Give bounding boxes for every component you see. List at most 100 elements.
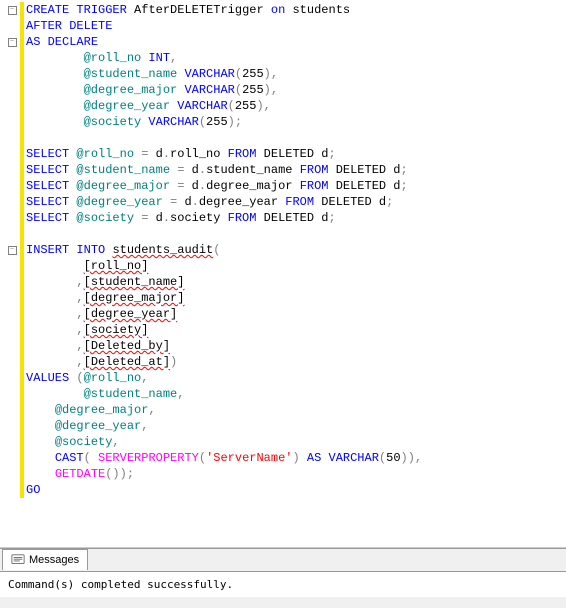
- change-bar: [20, 50, 24, 66]
- fold-toggle[interactable]: −: [8, 246, 17, 255]
- code-text[interactable]: @society,: [26, 434, 120, 450]
- messages-body: Command(s) completed successfully.: [0, 571, 566, 597]
- code-line[interactable]: @student_name VARCHAR(255),: [4, 66, 566, 82]
- change-bar: [20, 210, 24, 226]
- change-bar: [20, 226, 24, 242]
- gutter: −: [4, 6, 20, 15]
- code-text[interactable]: [roll_no]: [26, 258, 148, 274]
- code-text[interactable]: @roll_no INT,: [26, 50, 177, 66]
- code-text[interactable]: AS DECLARE: [26, 34, 98, 50]
- code-line[interactable]: @degree_major,: [4, 402, 566, 418]
- code-text[interactable]: SELECT @roll_no = d.roll_no FROM DELETED…: [26, 146, 336, 162]
- change-bar: [20, 386, 24, 402]
- change-bar: [20, 482, 24, 498]
- change-bar: [20, 82, 24, 98]
- code-line[interactable]: ,[Deleted_by]: [4, 338, 566, 354]
- code-text[interactable]: @degree_year,: [26, 418, 148, 434]
- change-bar: [20, 466, 24, 482]
- code-text[interactable]: @degree_major,: [26, 402, 156, 418]
- code-text[interactable]: CAST( SERVERPROPERTY('ServerName') AS VA…: [26, 450, 422, 466]
- change-bar: [20, 306, 24, 322]
- code-text[interactable]: SELECT @student_name = d.student_name FR…: [26, 162, 408, 178]
- code-line[interactable]: −AS DECLARE: [4, 34, 566, 50]
- gutter: −: [4, 38, 20, 47]
- code-text[interactable]: AFTER DELETE: [26, 18, 112, 34]
- code-text[interactable]: ,[degree_major]: [26, 290, 184, 306]
- change-bar: [20, 434, 24, 450]
- code-line[interactable]: −INSERT INTO students_audit(: [4, 242, 566, 258]
- code-text[interactable]: @degree_major VARCHAR(255),: [26, 82, 278, 98]
- code-line[interactable]: @degree_major VARCHAR(255),: [4, 82, 566, 98]
- code-editor[interactable]: −CREATE TRIGGER AfterDELETETrigger on st…: [0, 0, 566, 548]
- gutter: −: [4, 246, 20, 255]
- code-text[interactable]: GO: [26, 482, 40, 498]
- change-bar: [20, 370, 24, 386]
- code-text[interactable]: ,[degree_year]: [26, 306, 177, 322]
- code-line[interactable]: ,[degree_major]: [4, 290, 566, 306]
- code-line[interactable]: SELECT @roll_no = d.roll_no FROM DELETED…: [4, 146, 566, 162]
- code-text[interactable]: @student_name,: [26, 386, 184, 402]
- code-text[interactable]: @student_name VARCHAR(255),: [26, 66, 278, 82]
- code-line[interactable]: AFTER DELETE: [4, 18, 566, 34]
- change-bar: [20, 450, 24, 466]
- change-bar: [20, 146, 24, 162]
- code-line[interactable]: @student_name,: [4, 386, 566, 402]
- change-bar: [20, 418, 24, 434]
- change-bar: [20, 98, 24, 114]
- code-text[interactable]: GETDATE());: [26, 466, 134, 482]
- code-line[interactable]: CAST( SERVERPROPERTY('ServerName') AS VA…: [4, 450, 566, 466]
- code-text[interactable]: SELECT @degree_year = d.degree_year FROM…: [26, 194, 393, 210]
- code-text[interactable]: CREATE TRIGGER AfterDELETETrigger on stu…: [26, 2, 350, 18]
- code-text[interactable]: SELECT @society = d.society FROM DELETED…: [26, 210, 336, 226]
- change-bar: [20, 2, 24, 18]
- code-line[interactable]: @degree_year,: [4, 418, 566, 434]
- code-line[interactable]: −CREATE TRIGGER AfterDELETETrigger on st…: [4, 2, 566, 18]
- code-line[interactable]: SELECT @degree_year = d.degree_year FROM…: [4, 194, 566, 210]
- code-line[interactable]: SELECT @student_name = d.student_name FR…: [4, 162, 566, 178]
- code-line[interactable]: ,[Deleted_at]): [4, 354, 566, 370]
- change-bar: [20, 242, 24, 258]
- code-line[interactable]: @degree_year VARCHAR(255),: [4, 98, 566, 114]
- code-line[interactable]: [4, 226, 566, 242]
- change-bar: [20, 354, 24, 370]
- change-bar: [20, 34, 24, 50]
- code-text[interactable]: VALUES (@roll_no,: [26, 370, 148, 386]
- code-line[interactable]: @society,: [4, 434, 566, 450]
- code-text[interactable]: ,[student_name]: [26, 274, 184, 290]
- code-text[interactable]: ,[Deleted_at]): [26, 354, 177, 370]
- code-line[interactable]: SELECT @degree_major = d.degree_major FR…: [4, 178, 566, 194]
- messages-panel: Messages Command(s) completed successful…: [0, 548, 566, 608]
- change-bar: [20, 66, 24, 82]
- change-bar: [20, 178, 24, 194]
- code-line[interactable]: VALUES (@roll_no,: [4, 370, 566, 386]
- change-bar: [20, 162, 24, 178]
- change-bar: [20, 322, 24, 338]
- code-line[interactable]: [4, 130, 566, 146]
- code-text[interactable]: @degree_year VARCHAR(255),: [26, 98, 271, 114]
- code-text[interactable]: @society VARCHAR(255);: [26, 114, 242, 130]
- code-line[interactable]: ,[society]: [4, 322, 566, 338]
- code-line[interactable]: @society VARCHAR(255);: [4, 114, 566, 130]
- change-bar: [20, 290, 24, 306]
- code-text[interactable]: [26, 226, 33, 242]
- code-line[interactable]: GO: [4, 482, 566, 498]
- code-line[interactable]: ,[degree_year]: [4, 306, 566, 322]
- fold-toggle[interactable]: −: [8, 6, 17, 15]
- code-text[interactable]: ,[society]: [26, 322, 148, 338]
- code-text[interactable]: SELECT @degree_major = d.degree_major FR…: [26, 178, 408, 194]
- code-line[interactable]: @roll_no INT,: [4, 50, 566, 66]
- code-line[interactable]: [roll_no]: [4, 258, 566, 274]
- messages-tab[interactable]: Messages: [2, 549, 88, 570]
- code-text[interactable]: INSERT INTO students_audit(: [26, 242, 220, 258]
- change-bar: [20, 130, 24, 146]
- code-line[interactable]: SELECT @society = d.society FROM DELETED…: [4, 210, 566, 226]
- change-bar: [20, 114, 24, 130]
- code-line[interactable]: GETDATE());: [4, 466, 566, 482]
- change-bar: [20, 258, 24, 274]
- fold-toggle[interactable]: −: [8, 38, 17, 47]
- code-text[interactable]: ,[Deleted_by]: [26, 338, 170, 354]
- code-text[interactable]: [26, 130, 33, 146]
- change-bar: [20, 402, 24, 418]
- messages-icon: [11, 553, 25, 567]
- code-line[interactable]: ,[student_name]: [4, 274, 566, 290]
